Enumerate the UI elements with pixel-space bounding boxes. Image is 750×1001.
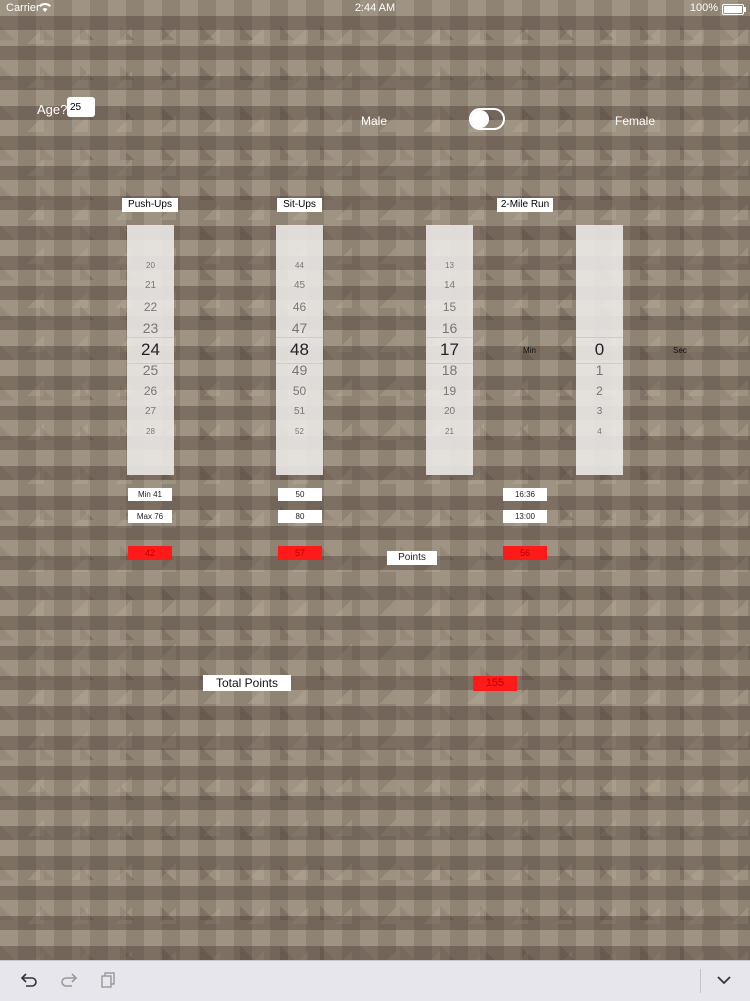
minutes-unit: Min: [523, 346, 536, 355]
picker-value[interactable]: 13: [426, 261, 473, 270]
total-points-value: 155: [473, 676, 517, 691]
pushups-label: Push-Ups: [122, 198, 178, 212]
redo-icon[interactable]: [60, 971, 78, 994]
picker-value[interactable]: 0: [576, 340, 623, 360]
seconds-unit: Sec: [673, 346, 687, 355]
run-max: 13:00: [503, 510, 547, 523]
picker-value[interactable]: 20: [127, 261, 174, 270]
points-label: Points: [387, 551, 437, 565]
situps-max: 80: [278, 510, 322, 523]
picker-value[interactable]: 4: [576, 427, 623, 436]
picker-value[interactable]: 51: [276, 406, 323, 417]
picker-value[interactable]: 18: [426, 362, 473, 378]
picker-value[interactable]: 23: [127, 320, 174, 336]
picker-value[interactable]: 22: [127, 300, 174, 314]
picker-value[interactable]: 52: [276, 427, 323, 436]
picker-value[interactable]: 25: [127, 362, 174, 378]
picker-value[interactable]: 15: [426, 300, 473, 314]
pushups-min: Min 41: [128, 488, 172, 501]
picker-value[interactable]: 46: [276, 300, 323, 314]
run-label: 2-Mile Run: [497, 198, 553, 212]
picker-value[interactable]: 27: [127, 406, 174, 417]
male-label: Male: [361, 114, 388, 128]
run-minutes-picker[interactable]: 13 14 15 16 17 18 19 20 21: [426, 225, 473, 475]
situps-picker[interactable]: 44 45 46 47 48 49 50 51 52: [276, 225, 323, 475]
paste-icon[interactable]: [100, 971, 116, 994]
picker-value[interactable]: 47: [276, 320, 323, 336]
status-time: 2:44 AM: [354, 2, 396, 14]
female-label: Female: [615, 114, 656, 128]
toolbar-separator: [700, 969, 701, 993]
battery-percent: 100%: [689, 2, 718, 14]
status-bar: Carrier 2:44 AM 100%: [0, 0, 750, 18]
pushups-points: 42: [128, 546, 172, 560]
picker-value[interactable]: 20: [426, 406, 473, 417]
picker-value[interactable]: 21: [127, 280, 174, 291]
picker-value[interactable]: 28: [127, 427, 174, 436]
picker-value[interactable]: 45: [276, 280, 323, 291]
chevron-down-icon[interactable]: [715, 971, 733, 994]
picker-value[interactable]: 48: [276, 340, 323, 360]
picker-value[interactable]: 14: [426, 280, 473, 291]
picker-value[interactable]: 26: [127, 384, 174, 398]
undo-icon[interactable]: [20, 971, 38, 994]
battery-icon: [722, 4, 746, 15]
run-points: 56: [503, 546, 547, 560]
total-points-label: Total Points: [203, 675, 291, 691]
keyboard-shortcut-bar: [0, 960, 750, 1001]
picker-value[interactable]: 44: [276, 261, 323, 270]
picker-value[interactable]: 21: [426, 427, 473, 436]
situps-label: Sit-Ups: [277, 198, 322, 212]
picker-value[interactable]: 49: [276, 362, 323, 378]
picker-value[interactable]: 24: [127, 340, 174, 360]
toggle-knob: [471, 110, 489, 128]
run-seconds-picker[interactable]: 0 1 2 3 4: [576, 225, 623, 475]
situps-points: 57: [278, 546, 322, 560]
age-input[interactable]: [67, 97, 95, 117]
picker-value[interactable]: 1: [576, 362, 623, 378]
picker-value[interactable]: 50: [276, 384, 323, 398]
picker-value[interactable]: 16: [426, 320, 473, 336]
age-label: Age?: [37, 102, 68, 117]
picker-value[interactable]: 3: [576, 406, 623, 417]
situps-min: 50: [278, 488, 322, 501]
picker-value[interactable]: 2: [576, 384, 623, 398]
picker-value[interactable]: 19: [426, 384, 473, 398]
pushups-picker[interactable]: 20 21 22 23 24 25 26 27 28: [127, 225, 174, 475]
run-min: 16:36: [503, 488, 547, 501]
pushups-max: Max 76: [128, 510, 172, 523]
gender-toggle[interactable]: [469, 108, 505, 130]
picker-value[interactable]: 17: [426, 340, 473, 360]
